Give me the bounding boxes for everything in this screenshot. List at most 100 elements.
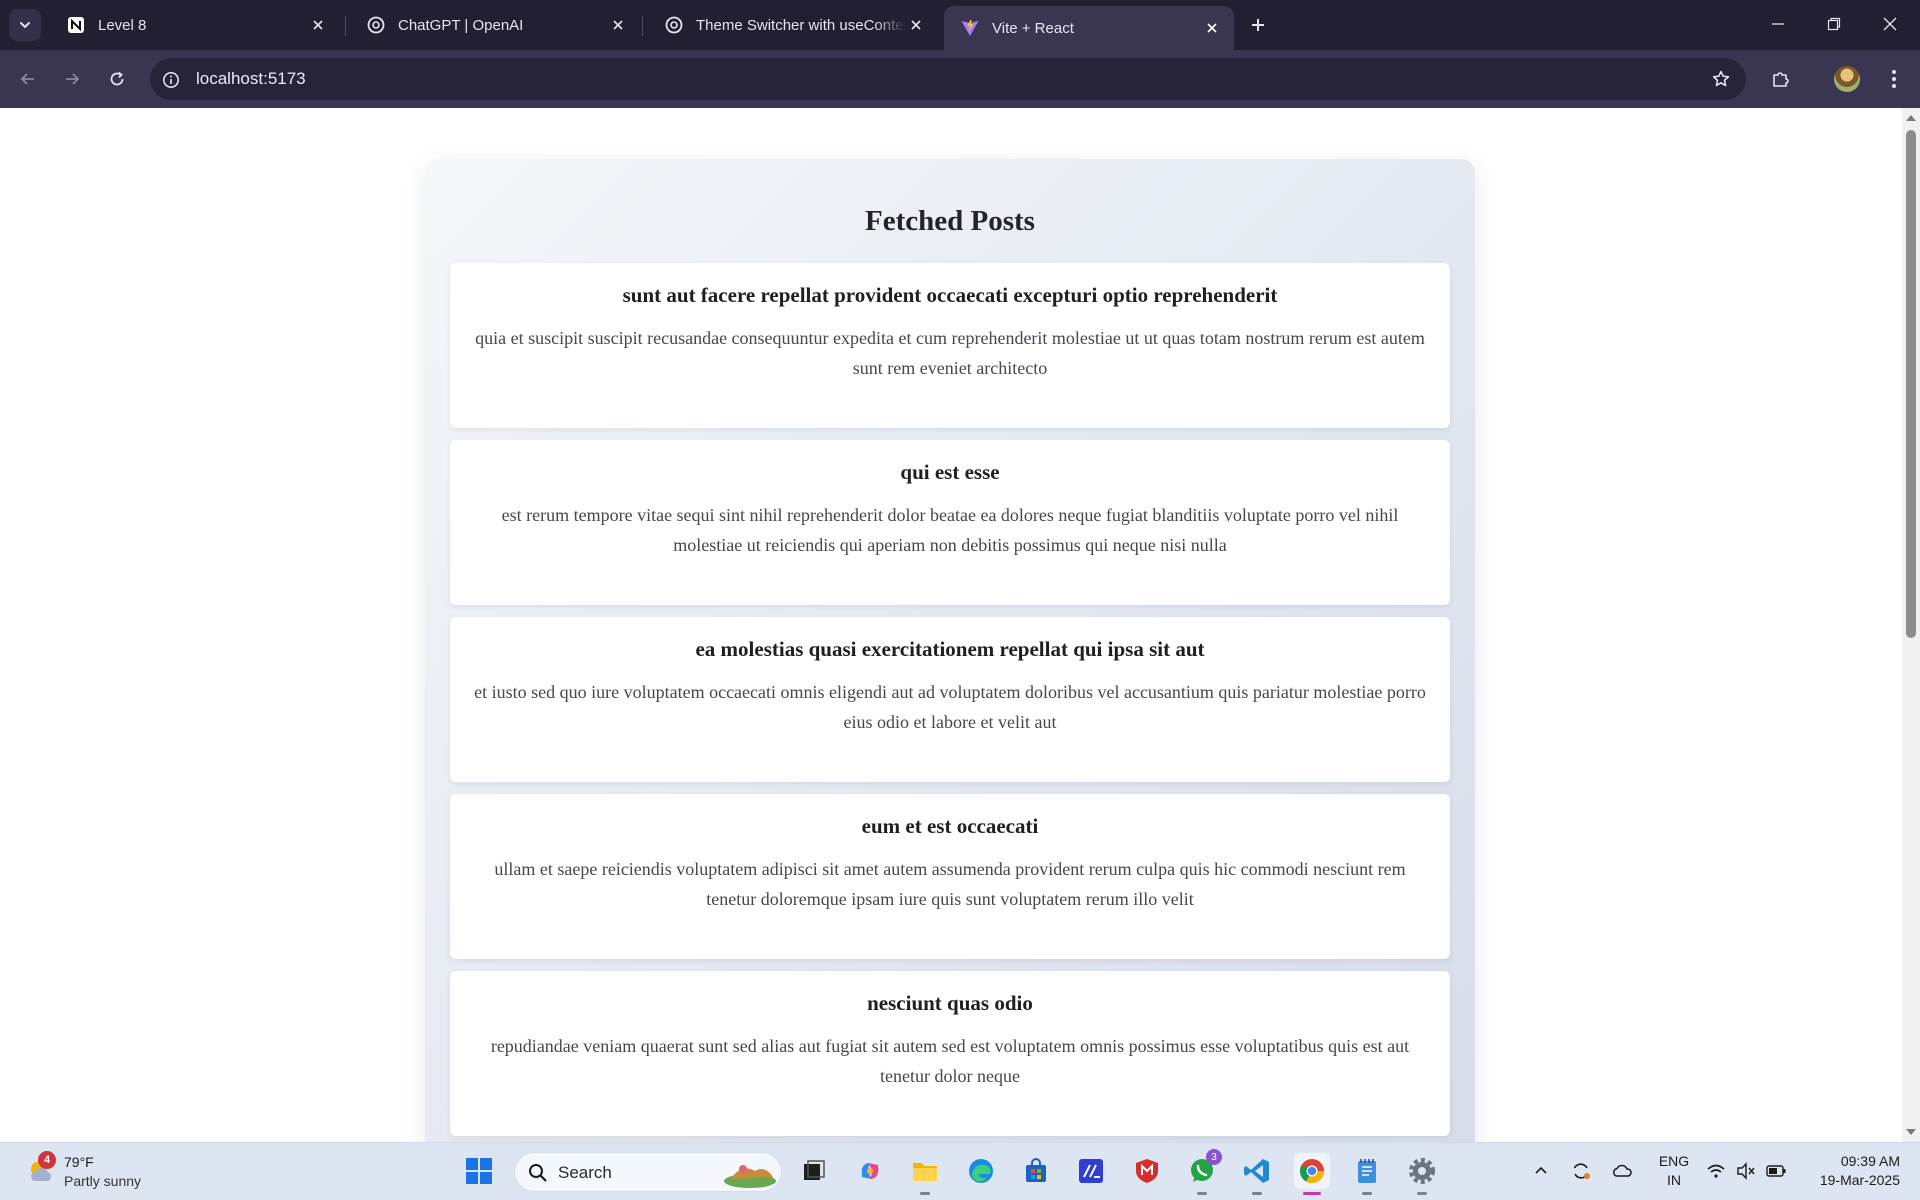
browser-toolbar: localhost:5173 xyxy=(0,50,1920,108)
vite-icon xyxy=(960,18,980,38)
chrome-app[interactable] xyxy=(1294,1153,1330,1195)
shield-icon xyxy=(1136,1159,1158,1183)
close-icon[interactable] xyxy=(1202,18,1222,38)
wifi-tray[interactable] xyxy=(1702,1157,1730,1185)
vscode-app[interactable] xyxy=(1239,1153,1275,1195)
system-clock[interactable]: 09:39 AM 19-Mar-2025 xyxy=(1800,1152,1900,1190)
restore-icon xyxy=(1827,17,1841,31)
clock-time: 09:39 AM xyxy=(1840,1153,1900,1169)
close-icon[interactable] xyxy=(608,15,628,35)
language-indicator[interactable]: ENG IN xyxy=(1652,1152,1696,1190)
mcafee-app[interactable] xyxy=(1129,1153,1165,1189)
notepad-app[interactable] xyxy=(1349,1153,1385,1195)
edge-app[interactable] xyxy=(963,1153,999,1189)
tab-search-button[interactable] xyxy=(9,9,41,41)
forward-button[interactable] xyxy=(56,63,88,95)
tab-theme-switcher[interactable]: Theme Switcher with useContext xyxy=(648,6,938,44)
search-highlight-icon xyxy=(724,1165,776,1188)
search-icon xyxy=(527,1162,549,1184)
profile-avatar[interactable] xyxy=(1831,63,1863,95)
post-body: et iusto sed quo iure voluptatem occaeca… xyxy=(474,682,1426,732)
tab-vite-react[interactable]: Vite + React xyxy=(944,6,1234,50)
reload-icon xyxy=(110,71,124,86)
windows-logo-icon xyxy=(466,1158,492,1184)
puzzle-icon xyxy=(1773,72,1789,87)
running-indicator xyxy=(1252,1192,1262,1195)
restore-button[interactable] xyxy=(1806,0,1862,48)
vscode-alt-app[interactable] xyxy=(1073,1153,1109,1189)
tab-title: ChatGPT | OpenAI xyxy=(398,16,524,34)
close-icon xyxy=(1883,17,1897,31)
arrow-left-icon xyxy=(20,73,34,85)
show-hidden-icons-button[interactable] xyxy=(1527,1157,1555,1185)
tab-level-8[interactable]: Level 8 xyxy=(50,6,340,44)
new-tab-button[interactable] xyxy=(1244,11,1272,39)
scrollbar-thumb[interactable] xyxy=(1906,130,1916,638)
address-bar[interactable]: localhost:5173 xyxy=(150,58,1746,100)
task-view-button[interactable] xyxy=(796,1153,832,1189)
tab-title: Vite + React xyxy=(992,19,1074,37)
openai-icon xyxy=(664,15,684,35)
chevron-up-icon xyxy=(1535,1166,1547,1174)
notepad-icon xyxy=(1358,1159,1376,1183)
settings-app[interactable] xyxy=(1404,1153,1440,1195)
scroll-up-arrow-icon[interactable] xyxy=(1906,115,1916,121)
close-icon[interactable] xyxy=(906,15,926,35)
reload-button[interactable] xyxy=(101,63,133,95)
volume-tray[interactable] xyxy=(1732,1157,1760,1185)
extensions-button[interactable] xyxy=(1765,63,1797,95)
clock-date: 19-Mar-2025 xyxy=(1819,1172,1900,1188)
post-card: sunt aut facere repellat provident occae… xyxy=(450,263,1450,428)
weather-desc: Partly sunny xyxy=(64,1173,142,1189)
tab-separator xyxy=(642,16,643,36)
minimize-button[interactable] xyxy=(1750,0,1806,48)
tab-chatgpt[interactable]: ChatGPT | OpenAI xyxy=(350,6,640,44)
close-icon[interactable] xyxy=(308,15,328,35)
whatsapp-app[interactable]: 3 xyxy=(1184,1149,1222,1195)
copilot-app[interactable] xyxy=(852,1153,888,1189)
browser-menu-button[interactable] xyxy=(1878,63,1910,95)
site-info-icon[interactable] xyxy=(160,69,182,91)
battery-icon xyxy=(1766,1165,1786,1177)
notion-icon xyxy=(66,15,86,35)
post-body: est rerum tempore vitae sequi sint nihil… xyxy=(501,505,1399,555)
chrome-icon xyxy=(1299,1159,1324,1184)
notification-badge: 3 xyxy=(1206,1149,1222,1165)
vscode-icon xyxy=(1244,1159,1269,1183)
battery-tray[interactable] xyxy=(1762,1157,1790,1185)
running-indicator xyxy=(1303,1192,1321,1195)
start-button[interactable] xyxy=(461,1153,497,1189)
notification-badge: 4 xyxy=(38,1151,56,1169)
sync-tray[interactable] xyxy=(1567,1157,1595,1185)
browser-tab-bar: Level 8 ChatGPT | OpenAI Theme Switcher … xyxy=(0,0,1920,50)
edge-icon xyxy=(969,1159,993,1183)
close-window-button[interactable] xyxy=(1862,0,1918,48)
sync-icon xyxy=(1573,1163,1590,1179)
copilot-icon xyxy=(861,1163,879,1179)
microsoft-store-app[interactable] xyxy=(1018,1153,1054,1189)
bookmark-star-icon[interactable] xyxy=(1710,68,1732,90)
wifi-icon xyxy=(1707,1164,1725,1178)
file-explorer-app[interactable] xyxy=(907,1153,943,1195)
region-code: IN xyxy=(1667,1172,1681,1188)
post-title: sunt aut facere repellat provident occae… xyxy=(622,283,1278,307)
volume-muted-icon xyxy=(1737,1162,1755,1180)
weather-widget[interactable]: 4 79°F Partly sunny xyxy=(24,1151,184,1193)
scroll-down-arrow-icon[interactable] xyxy=(1906,1129,1916,1135)
code-editor-icon xyxy=(1079,1159,1103,1183)
page-scrollbar[interactable] xyxy=(1902,108,1920,1142)
openai-icon xyxy=(366,15,386,35)
weather-temp: 79°F xyxy=(64,1154,94,1170)
post-card: qui est esse est rerum tempore vitae seq… xyxy=(450,440,1450,605)
folder-icon xyxy=(913,1163,937,1181)
post-title: nesciunt quas odio xyxy=(867,991,1033,1015)
back-button[interactable] xyxy=(12,63,44,95)
task-view-icon xyxy=(804,1160,825,1180)
post-body: repudiandae veniam quaerat sunt sed alia… xyxy=(490,1036,1410,1086)
chevron-down-icon xyxy=(20,22,30,29)
url-text[interactable]: localhost:5173 xyxy=(196,69,306,89)
post-body: quia et suscipit suscipit recusandae con… xyxy=(475,328,1425,378)
taskbar-search[interactable]: Search xyxy=(514,1152,782,1192)
posts-container: Fetched Posts sunt aut facere repellat p… xyxy=(425,159,1475,1142)
onedrive-tray[interactable] xyxy=(1608,1157,1636,1185)
